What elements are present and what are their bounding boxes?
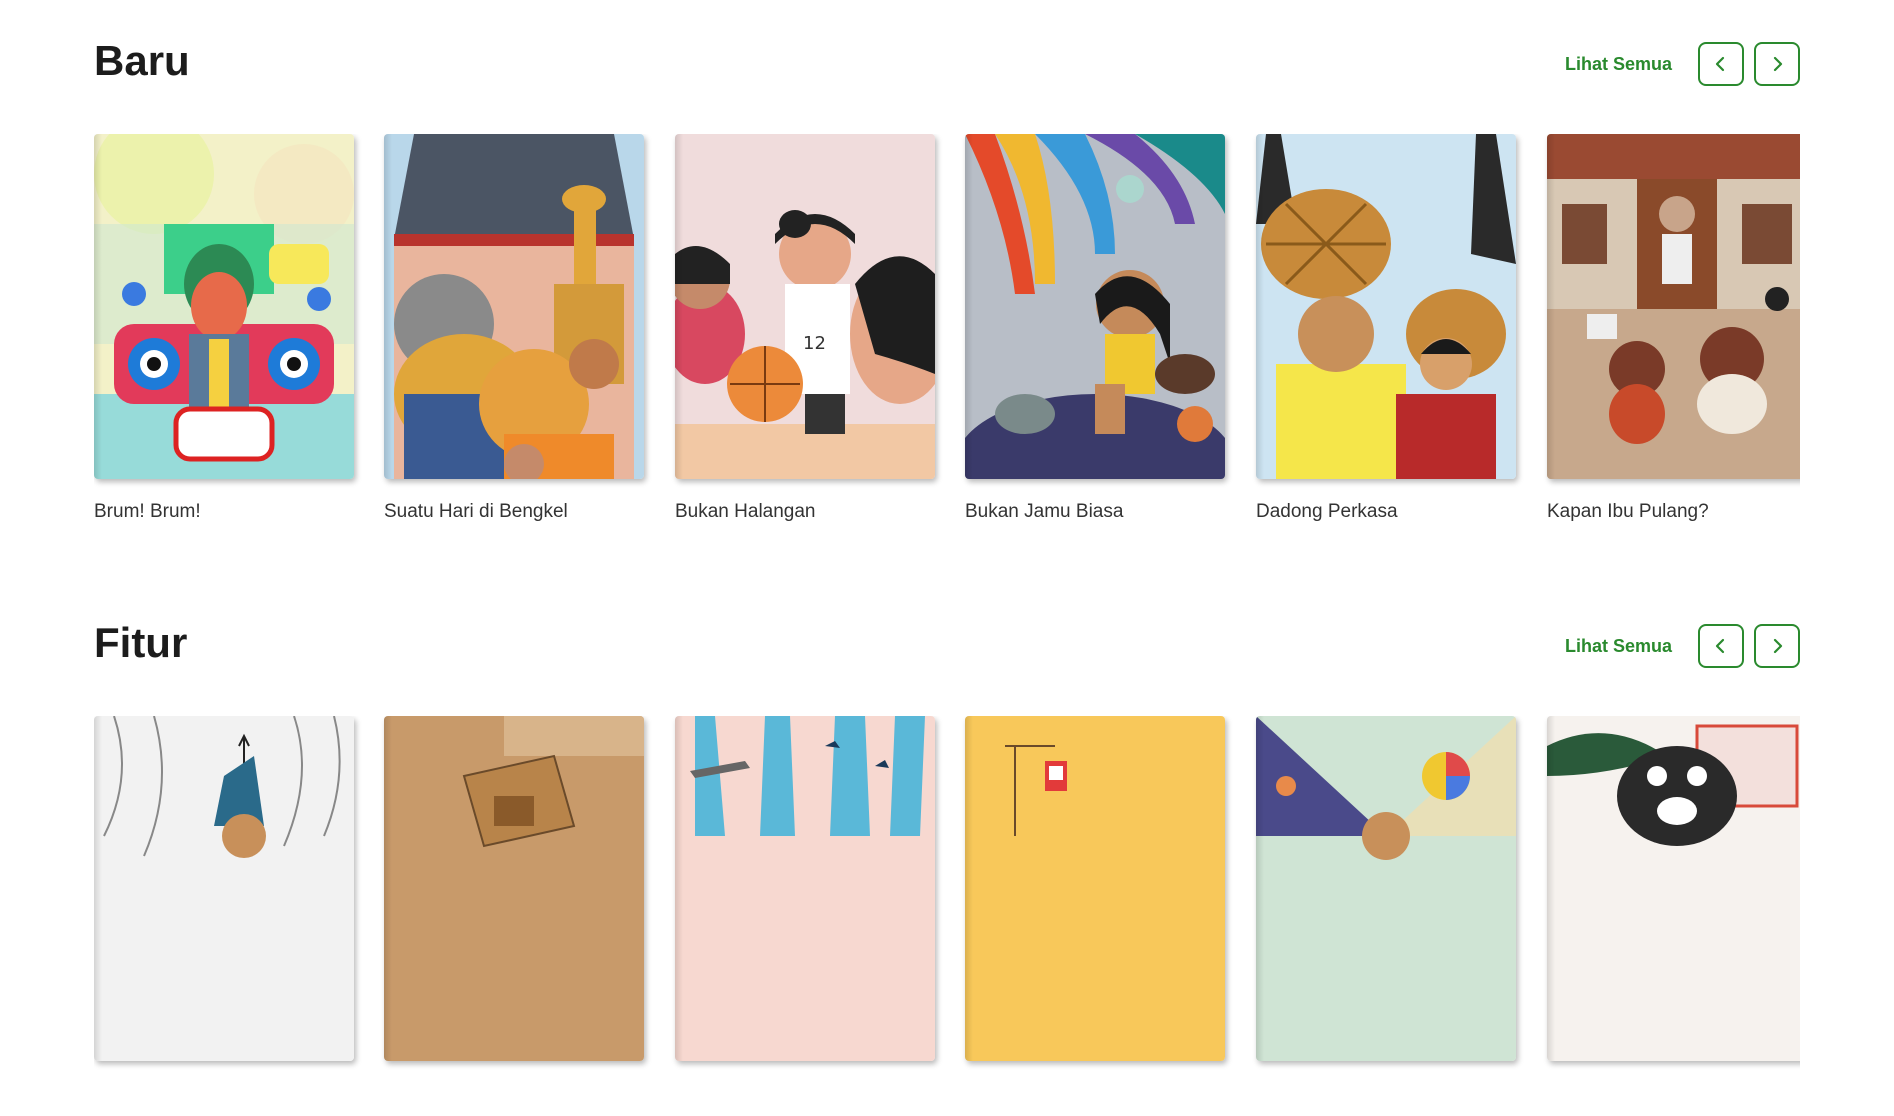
book-title[interactable]: Bukan Jamu Biasa bbox=[965, 501, 1225, 523]
book-card[interactable] bbox=[675, 716, 935, 1061]
book-card[interactable] bbox=[384, 716, 644, 1061]
book-cover[interactable] bbox=[965, 716, 1225, 1061]
book-cover[interactable] bbox=[94, 716, 354, 1061]
see-all-link[interactable]: Lihat Semua bbox=[1565, 636, 1672, 657]
book-carousel bbox=[94, 716, 1800, 1116]
chevron-left-icon bbox=[1715, 56, 1725, 72]
prev-button[interactable] bbox=[1698, 42, 1744, 86]
book-cover[interactable] bbox=[1256, 716, 1516, 1061]
section-controls: Lihat Semua bbox=[1565, 42, 1800, 86]
see-all-link[interactable]: Lihat Semua bbox=[1565, 54, 1672, 75]
book-cover[interactable] bbox=[94, 134, 354, 479]
chevron-right-icon bbox=[1773, 56, 1783, 72]
book-card[interactable]: 12 Bukan Halangan bbox=[675, 134, 935, 523]
section-title: Fitur bbox=[94, 619, 188, 666]
book-cover[interactable] bbox=[1547, 134, 1800, 479]
book-cover[interactable] bbox=[1256, 134, 1516, 479]
section-fitur: Fitur Lihat Semua bbox=[94, 582, 1800, 1061]
book-title[interactable]: Bukan Halangan bbox=[675, 501, 935, 523]
book-title[interactable]: Suatu Hari di Bengkel bbox=[384, 501, 644, 523]
next-button[interactable] bbox=[1754, 624, 1800, 668]
book-card[interactable]: Kapan Ibu Pulang? bbox=[1547, 134, 1800, 523]
section-baru: Baru Lihat Semua Brum! Brum! Suatu Hari … bbox=[94, 0, 1800, 560]
book-cover[interactable] bbox=[384, 716, 644, 1061]
book-cover[interactable] bbox=[965, 134, 1225, 479]
book-cover[interactable] bbox=[1547, 716, 1800, 1061]
jersey-number: 12 bbox=[803, 333, 826, 354]
book-card[interactable]: Suatu Hari di Bengkel bbox=[384, 134, 644, 523]
book-card[interactable]: Dadong Perkasa bbox=[1256, 134, 1516, 523]
chevron-right-icon bbox=[1773, 638, 1783, 654]
book-title[interactable]: Brum! Brum! bbox=[94, 501, 354, 523]
book-cover[interactable] bbox=[384, 134, 644, 479]
book-cover[interactable]: 12 bbox=[675, 134, 935, 479]
next-button[interactable] bbox=[1754, 42, 1800, 86]
book-card[interactable]: Bukan Jamu Biasa bbox=[965, 134, 1225, 523]
section-controls: Lihat Semua bbox=[1565, 624, 1800, 668]
book-card[interactable] bbox=[1547, 716, 1800, 1061]
book-card[interactable] bbox=[965, 716, 1225, 1061]
book-title[interactable]: Kapan Ibu Pulang? bbox=[1547, 501, 1800, 523]
book-carousel: Brum! Brum! Suatu Hari di Bengkel 12 Buk… bbox=[94, 134, 1800, 534]
book-card[interactable]: Brum! Brum! bbox=[94, 134, 354, 523]
book-card[interactable] bbox=[1256, 716, 1516, 1061]
book-cover[interactable] bbox=[675, 716, 935, 1061]
book-title[interactable]: Dadong Perkasa bbox=[1256, 501, 1516, 523]
book-card[interactable] bbox=[94, 716, 354, 1061]
prev-button[interactable] bbox=[1698, 624, 1744, 668]
section-title: Baru bbox=[94, 37, 190, 84]
chevron-left-icon bbox=[1715, 638, 1725, 654]
